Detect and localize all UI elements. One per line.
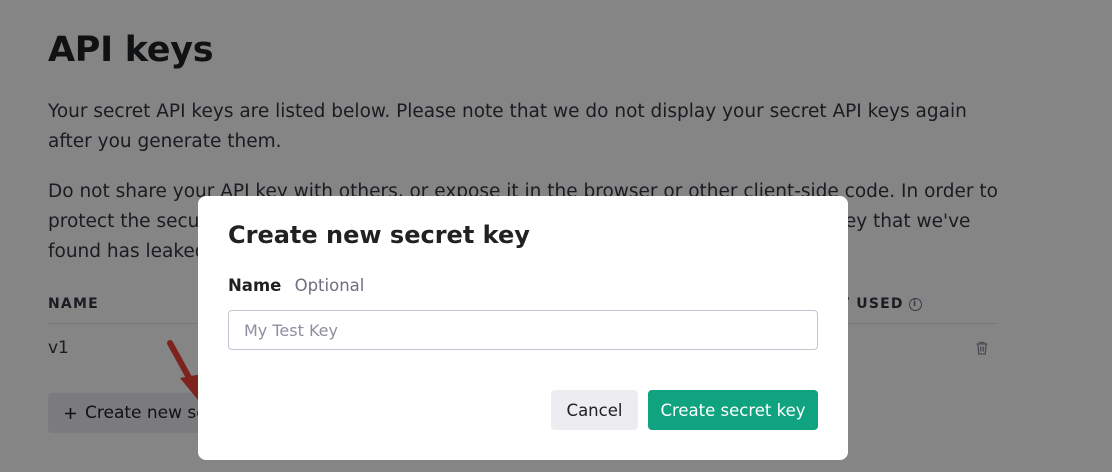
api-keys-page: API keys Your secret API keys are listed… (0, 0, 1112, 472)
name-field-label: Name Optional (228, 276, 364, 295)
key-name-input[interactable] (228, 310, 818, 350)
create-secret-key-button[interactable]: Create secret key (648, 390, 818, 430)
dialog-title: Create new secret key (228, 221, 530, 249)
create-secret-key-dialog: Create new secret key Name Optional Canc… (198, 196, 848, 460)
name-label: Name (228, 276, 282, 295)
optional-hint: Optional (294, 276, 365, 295)
cancel-button[interactable]: Cancel (551, 390, 638, 430)
